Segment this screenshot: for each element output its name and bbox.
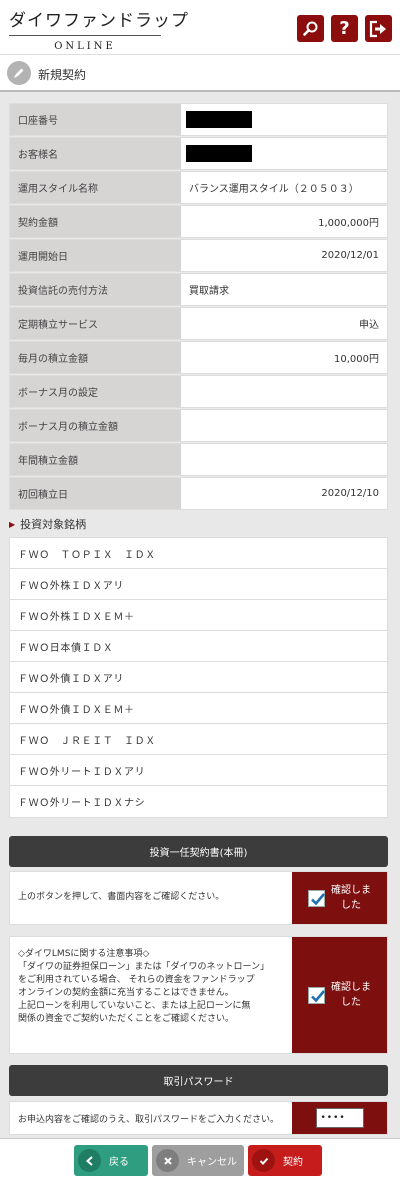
- brand-rule: [9, 35, 161, 36]
- form-value: 2020/12/10: [321, 488, 379, 499]
- form-label: 口座番号: [10, 104, 181, 135]
- form-row-style-name: 運用スタイル名称 バランス運用スタイル（２０５０３）: [9, 171, 388, 204]
- form-row-account-number: 口座番号: [9, 103, 388, 136]
- form-value: 2020/12/01: [321, 250, 379, 261]
- form-label: ボーナス月の設定: [10, 376, 181, 407]
- submit-contract-button[interactable]: 契約: [248, 1145, 322, 1176]
- form-value: 買取請求: [189, 286, 229, 297]
- form-row-customer-name: お客様名: [9, 137, 388, 170]
- contract-details-table: 口座番号 お客様名 運用スタイル名称 バランス運用スタイル（２０５０３） 契約金…: [9, 103, 388, 511]
- pencil-icon: [7, 61, 31, 85]
- close-icon: [156, 1149, 179, 1172]
- brand-sub-text: ONLINE: [54, 41, 116, 52]
- lms-notice-text: ◇ダイワLMSに関する注意事項◇ 「ダイワの証券担保ローン」または「ダイワのネッ…: [10, 937, 292, 1053]
- submit-label: 契約: [283, 1157, 303, 1168]
- form-label: 初回積立日: [10, 478, 181, 509]
- lms-line: 上記ローンを利用していないこと、または上記ローンに無: [18, 1001, 251, 1012]
- contract-doc-instruction: 上のボタンを押して、書面内容をご確認ください。: [18, 892, 225, 903]
- form-label: 運用開始日: [10, 240, 181, 271]
- list-item: ＦＷＯ外リートＩＤＸナシ: [18, 798, 146, 809]
- password-row: お申込内容をご確認のうえ、取引パスワードをご入力ください。: [9, 1101, 388, 1135]
- brand-logo[interactable]: ダイワファンドラップ ONLINE: [9, 6, 189, 52]
- contract-document-button[interactable]: 投資一任契約書(本冊): [9, 836, 388, 867]
- list-item: ＦＷＯ外債ＩＤＸＥＭ＋: [10, 693, 387, 724]
- form-row-sell-method: 投資信託の売付方法 買取請求: [9, 273, 388, 306]
- top-header: ダイワファンドラップ ONLINE ?: [0, 0, 400, 54]
- help-icon[interactable]: ?: [331, 15, 358, 42]
- back-arrow-icon: [78, 1149, 101, 1172]
- lms-line: ◇ダイワLMSに関する注意事項◇: [18, 949, 150, 959]
- logout-icon[interactable]: [365, 15, 392, 42]
- checkbox-checked-icon: [308, 889, 325, 907]
- form-label: 定期積立サービス: [10, 308, 181, 339]
- form-row-monthly-amount: 毎月の積立金額 10,000円: [9, 341, 388, 374]
- lms-notice-row: ◇ダイワLMSに関する注意事項◇ 「ダイワの証券担保ローン」または「ダイワのネッ…: [9, 936, 388, 1054]
- password-section-header: 取引パスワード: [9, 1065, 388, 1096]
- form-row-contract-amount: 契約金額 1,000,000円: [9, 205, 388, 238]
- form-label: ボーナス月の積立金額: [10, 410, 181, 441]
- contract-doc-confirm-row: 上のボタンを押して、書面内容をご確認ください。 確認しま した: [9, 871, 388, 925]
- confirm-label-line1: 確認しま: [331, 982, 371, 993]
- form-value: 10,000円: [334, 354, 379, 365]
- page-title: 新規契約: [38, 68, 87, 82]
- list-item: ＦＷＯ外株ＩＤＸアリ: [10, 569, 387, 600]
- list-item: ＦＷＯ外債ＩＤＸアリ: [10, 662, 387, 693]
- cancel-button[interactable]: キャンセル: [152, 1145, 244, 1176]
- form-label: 運用スタイル名称: [10, 172, 181, 203]
- list-item: ＦＷＯ日本債ＩＤＸ: [10, 631, 387, 662]
- form-row-first-date: 初回積立日 2020/12/10: [9, 477, 388, 510]
- form-label: 投資信託の売付方法: [10, 274, 181, 305]
- form-value: [181, 444, 387, 475]
- checkbox-checked-icon: [308, 986, 325, 1004]
- lms-confirm-checkbox[interactable]: 確認しま した: [292, 937, 387, 1053]
- form-row-start-date: 運用開始日 2020/12/01: [9, 239, 388, 272]
- password-input[interactable]: [315, 1108, 364, 1128]
- form-value: [181, 410, 387, 441]
- form-label: 契約金額: [10, 206, 181, 237]
- form-row-annual-amount: 年間積立金額: [9, 443, 388, 476]
- back-label: 戻る: [109, 1157, 129, 1168]
- search-icon[interactable]: [297, 15, 324, 42]
- form-value: [181, 376, 387, 407]
- footer-bar: 戻る キャンセル 契約: [0, 1138, 400, 1180]
- form-label: 毎月の積立金額: [10, 342, 181, 373]
- confirm-label-line1: 確認しま: [331, 885, 371, 896]
- password-input-container: [292, 1102, 387, 1134]
- form-value: バランス運用スタイル（２０５０３）: [189, 184, 359, 195]
- form-value: 申込: [359, 320, 379, 331]
- list-item: ＦＷＯ外リートＩＤＸアリ: [10, 755, 387, 786]
- help-glyph: ?: [339, 18, 350, 39]
- back-button[interactable]: 戻る: [74, 1145, 148, 1176]
- cancel-label: キャンセル: [187, 1157, 237, 1168]
- form-row-bonus-amount: ボーナス月の積立金額: [9, 409, 388, 442]
- list-item: ＦＷＯ ＴＯＰＩＸ ＩＤＸ: [10, 538, 387, 569]
- list-item: ＦＷＯ ＪＲＥＩＴ ＩＤＸ: [10, 724, 387, 755]
- form-row-periodic-service: 定期積立サービス 申込: [9, 307, 388, 340]
- contract-doc-confirm-checkbox[interactable]: 確認しま した: [292, 872, 387, 924]
- form-label: 年間積立金額: [10, 444, 181, 475]
- confirm-label-line2: した: [341, 997, 361, 1008]
- triangle-right-icon: ▶: [9, 520, 16, 529]
- redacted-value: [186, 145, 252, 162]
- fund-list: ＦＷＯ ＴＯＰＩＸ ＩＤＸ ＦＷＯ外株ＩＤＸアリ ＦＷＯ外株ＩＤＸＥＭ＋ ＦＷＯ…: [9, 537, 388, 818]
- lms-line: をご利用されている場合、 それらの資金をファンドラップ: [18, 975, 255, 986]
- lms-line: オンラインの契約金額に充当することはできません。: [18, 988, 234, 999]
- lms-line: 関係の資金でご契約いただくことをご確認ください。: [18, 1014, 235, 1025]
- funds-section-title: ▶ 投資対象銘柄: [9, 516, 86, 532]
- brand-main-text: ダイワファンドラップ: [9, 11, 189, 31]
- redacted-value: [186, 111, 252, 128]
- password-instruction: お申込内容をご確認のうえ、取引パスワードをご入力ください。: [18, 1114, 280, 1125]
- form-value: 1,000,000円: [318, 218, 379, 229]
- form-label: お客様名: [10, 138, 181, 169]
- check-icon: [252, 1149, 275, 1172]
- page-title-bar: 新規契約: [0, 54, 400, 92]
- confirm-label-line2: した: [341, 900, 361, 911]
- lms-line: 「ダイワの証券担保ローン」または「ダイワのネットローン」: [18, 962, 270, 973]
- funds-title-text: 投資対象銘柄: [20, 518, 87, 531]
- form-row-bonus-month: ボーナス月の設定: [9, 375, 388, 408]
- list-item: ＦＷＯ外株ＩＤＸＥＭ＋: [10, 600, 387, 631]
